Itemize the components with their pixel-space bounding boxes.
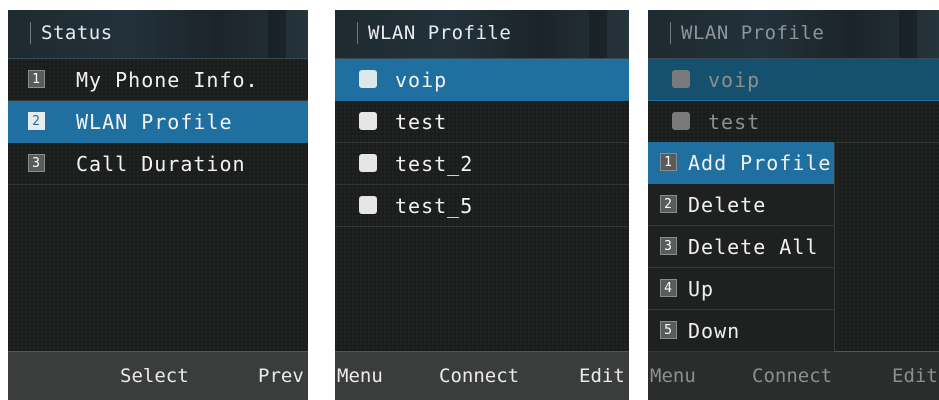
checkbox-icon[interactable] (359, 70, 377, 88)
profile-item-test-5[interactable]: test_5 (335, 185, 629, 227)
screen-title: WLAN Profile (670, 22, 824, 44)
menu-item-wlan-profile[interactable]: 2 WLAN Profile (8, 101, 308, 143)
number-4-icon: 4 (660, 279, 677, 297)
profile-label: test_2 (395, 152, 474, 176)
menu-item-label: Up (688, 277, 715, 301)
profile-item-voip[interactable]: voip (335, 59, 629, 101)
menu-softkey[interactable]: Menu (650, 364, 696, 388)
checkbox-icon[interactable] (359, 196, 377, 214)
wlan-profile-list: voip test (648, 59, 939, 143)
number-2-icon: 2 (28, 112, 45, 130)
edit-softkey[interactable]: Edit (579, 364, 625, 388)
menu-item-label: Delete All (688, 235, 819, 259)
checkbox-icon[interactable] (359, 154, 377, 172)
softkey-bar: Menu Connect Edit (335, 351, 629, 400)
number-1-icon: 1 (660, 153, 677, 171)
menu-item-my-phone-info[interactable]: 1 My Phone Info. (8, 59, 308, 101)
wlan-profile-screen: WLAN Profile voip test test_2 test_5 Men… (335, 10, 629, 400)
title-bar: WLAN Profile (648, 10, 939, 59)
menu-item-down[interactable]: 5 Down (648, 310, 834, 352)
profile-item-test[interactable]: test (335, 101, 629, 143)
profile-item-test-2[interactable]: test_2 (335, 143, 629, 185)
menu-item-delete-all[interactable]: 3 Delete All (648, 226, 834, 268)
profile-label: test_5 (395, 194, 474, 218)
options-popup-menu: 1 Add Profile 2 Delete 3 Delete All 4 Up… (648, 142, 835, 352)
wlan-profile-menu-screen: WLAN Profile voip test Menu Connect Edit… (648, 10, 939, 400)
status-screen: Status 1 My Phone Info. 2 WLAN Profile 3… (8, 10, 308, 400)
softkey-bar: Menu Connect Edit (648, 351, 939, 400)
menu-item-label: WLAN Profile (76, 110, 233, 134)
checkbox-icon (672, 112, 690, 130)
number-3-icon: 3 (28, 154, 45, 172)
profile-label: voip (395, 68, 448, 92)
connect-softkey[interactable]: Connect (752, 364, 832, 388)
number-1-icon: 1 (28, 70, 45, 88)
title-bar: Status (8, 10, 308, 59)
menu-item-label: Down (688, 319, 741, 343)
profile-label: voip (708, 68, 761, 92)
profile-label: test (708, 110, 761, 134)
menu-item-add-profile[interactable]: 1 Add Profile (648, 142, 834, 184)
prev-softkey[interactable]: Prev (258, 364, 304, 388)
menu-item-delete[interactable]: 2 Delete (648, 184, 834, 226)
number-2-icon: 2 (660, 195, 677, 213)
screen-title: WLAN Profile (357, 22, 511, 44)
softkey-bar: Select Prev (8, 351, 308, 400)
menu-softkey[interactable]: Menu (337, 364, 383, 388)
select-softkey[interactable]: Select (120, 364, 189, 388)
edit-softkey[interactable]: Edit (892, 364, 938, 388)
menu-item-up[interactable]: 4 Up (648, 268, 834, 310)
profile-item-voip: voip (648, 59, 939, 101)
number-5-icon: 5 (660, 321, 677, 339)
wlan-profile-list: voip test test_2 test_5 (335, 59, 629, 227)
status-menu-list: 1 My Phone Info. 2 WLAN Profile 3 Call D… (8, 59, 308, 185)
screen-title: Status (30, 22, 113, 44)
connect-softkey[interactable]: Connect (439, 364, 519, 388)
checkbox-icon (672, 70, 690, 88)
menu-item-label: Add Profile (688, 151, 832, 175)
menu-item-label: Delete (688, 193, 767, 217)
menu-item-label: My Phone Info. (76, 68, 259, 92)
profile-item-test: test (648, 101, 939, 143)
number-3-icon: 3 (660, 237, 677, 255)
title-bar: WLAN Profile (335, 10, 629, 59)
menu-item-call-duration[interactable]: 3 Call Duration (8, 143, 308, 185)
menu-item-label: Call Duration (76, 152, 246, 176)
checkbox-icon[interactable] (359, 112, 377, 130)
profile-label: test (395, 110, 448, 134)
